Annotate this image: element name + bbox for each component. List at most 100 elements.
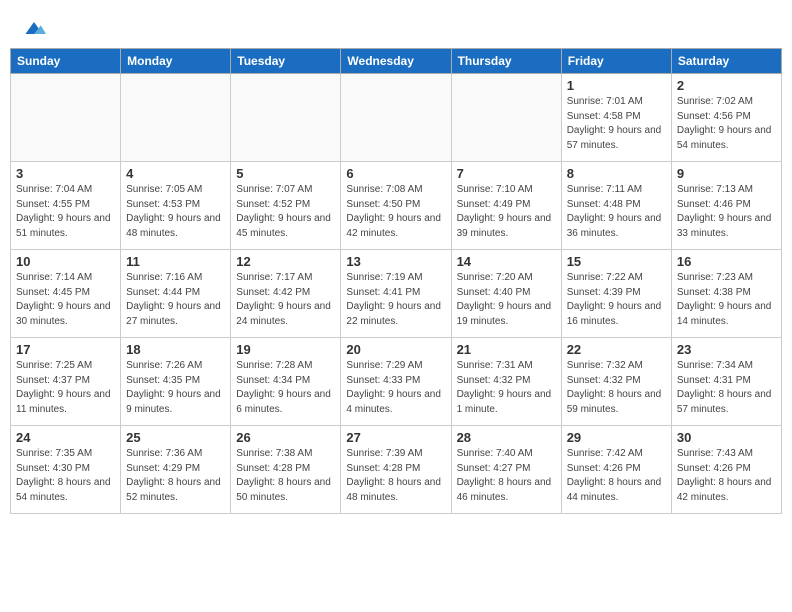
day-cell: 20 Sunrise: 7:29 AM Sunset: 4:33 PM Dayli…: [341, 338, 451, 426]
day-info: Sunrise: 7:40 AM Sunset: 4:27 PM Dayligh…: [457, 447, 556, 505]
day-number: 21: [457, 342, 556, 357]
day-number: 5: [236, 166, 335, 181]
day-number: 15: [567, 254, 666, 269]
day-info: Sunrise: 7:42 AM Sunset: 4:26 PM Dayligh…: [567, 447, 666, 505]
calendar-table: SundayMondayTuesdayWednesdayThursdayFrid…: [10, 48, 782, 514]
day-number: 25: [126, 430, 225, 445]
day-cell: [121, 74, 231, 162]
header: [0, 0, 792, 48]
day-cell: [11, 74, 121, 162]
day-number: 1: [567, 78, 666, 93]
day-cell: 21 Sunrise: 7:31 AM Sunset: 4:32 PM Dayli…: [451, 338, 561, 426]
day-cell: 8Sunrise: 7:11 AM Sunset: 4:48 PM Daylig…: [561, 162, 671, 250]
column-header-thursday: Thursday: [451, 49, 561, 74]
day-cell: 25 Sunrise: 7:36 AM Sunset: 4:29 PM Dayli…: [121, 426, 231, 514]
day-info: Sunrise: 7:04 AM Sunset: 4:55 PM Dayligh…: [16, 183, 115, 241]
day-cell: 3 Sunrise: 7:04 AM Sunset: 4:55 PM Daylig…: [11, 162, 121, 250]
day-cell: 29Sunrise: 7:42 AM Sunset: 4:26 PM Dayli…: [561, 426, 671, 514]
day-number: 19: [236, 342, 335, 357]
day-info: Sunrise: 7:35 AM Sunset: 4:30 PM Dayligh…: [16, 447, 115, 505]
day-cell: 26 Sunrise: 7:38 AM Sunset: 4:28 PM Dayli…: [231, 426, 341, 514]
day-cell: 18 Sunrise: 7:26 AM Sunset: 4:35 PM Dayli…: [121, 338, 231, 426]
day-number: 6: [346, 166, 445, 181]
day-number: 30: [677, 430, 776, 445]
week-row-1: 1 Sunrise: 7:01 AM Sunset: 4:58 PM Daylig…: [11, 74, 782, 162]
day-cell: [231, 74, 341, 162]
day-number: 23: [677, 342, 776, 357]
day-number: 28: [457, 430, 556, 445]
day-info: Sunrise: 7:01 AM Sunset: 4:58 PM Dayligh…: [567, 95, 666, 153]
day-info: Sunrise: 7:13 AM Sunset: 4:46 PM Dayligh…: [677, 183, 776, 241]
week-row-5: 24 Sunrise: 7:35 AM Sunset: 4:30 PM Dayli…: [11, 426, 782, 514]
day-cell: 7 Sunrise: 7:10 AM Sunset: 4:49 PM Daylig…: [451, 162, 561, 250]
day-info: Sunrise: 7:36 AM Sunset: 4:29 PM Dayligh…: [126, 447, 225, 505]
day-cell: 15 Sunrise: 7:22 AM Sunset: 4:39 PM Dayli…: [561, 250, 671, 338]
day-cell: 28 Sunrise: 7:40 AM Sunset: 4:27 PM Dayli…: [451, 426, 561, 514]
day-cell: 24 Sunrise: 7:35 AM Sunset: 4:30 PM Dayli…: [11, 426, 121, 514]
day-number: 24: [16, 430, 115, 445]
day-cell: 12 Sunrise: 7:17 AM Sunset: 4:42 PM Dayli…: [231, 250, 341, 338]
day-number: 18: [126, 342, 225, 357]
day-cell: [341, 74, 451, 162]
day-number: 13: [346, 254, 445, 269]
week-row-2: 3 Sunrise: 7:04 AM Sunset: 4:55 PM Daylig…: [11, 162, 782, 250]
logo-icon: [22, 18, 46, 38]
day-info: Sunrise: 7:28 AM Sunset: 4:34 PM Dayligh…: [236, 359, 335, 417]
day-number: 9: [677, 166, 776, 181]
day-info: Sunrise: 7:23 AM Sunset: 4:38 PM Dayligh…: [677, 271, 776, 329]
day-cell: 14Sunrise: 7:20 AM Sunset: 4:40 PM Dayli…: [451, 250, 561, 338]
header-row: SundayMondayTuesdayWednesdayThursdayFrid…: [11, 49, 782, 74]
day-info: Sunrise: 7:22 AM Sunset: 4:39 PM Dayligh…: [567, 271, 666, 329]
day-number: 16: [677, 254, 776, 269]
column-header-saturday: Saturday: [671, 49, 781, 74]
day-info: Sunrise: 7:31 AM Sunset: 4:32 PM Dayligh…: [457, 359, 556, 417]
day-number: 7: [457, 166, 556, 181]
day-number: 11: [126, 254, 225, 269]
day-number: 4: [126, 166, 225, 181]
day-number: 26: [236, 430, 335, 445]
day-info: Sunrise: 7:20 AM Sunset: 4:40 PM Dayligh…: [457, 271, 556, 329]
day-info: Sunrise: 7:14 AM Sunset: 4:45 PM Dayligh…: [16, 271, 115, 329]
day-info: Sunrise: 7:02 AM Sunset: 4:56 PM Dayligh…: [677, 95, 776, 153]
day-cell: 11 Sunrise: 7:16 AM Sunset: 4:44 PM Dayli…: [121, 250, 231, 338]
day-cell: 9 Sunrise: 7:13 AM Sunset: 4:46 PM Daylig…: [671, 162, 781, 250]
day-info: Sunrise: 7:38 AM Sunset: 4:28 PM Dayligh…: [236, 447, 335, 505]
day-info: Sunrise: 7:26 AM Sunset: 4:35 PM Dayligh…: [126, 359, 225, 417]
day-cell: 10Sunrise: 7:14 AM Sunset: 4:45 PM Dayli…: [11, 250, 121, 338]
day-info: Sunrise: 7:25 AM Sunset: 4:37 PM Dayligh…: [16, 359, 115, 417]
day-info: Sunrise: 7:19 AM Sunset: 4:41 PM Dayligh…: [346, 271, 445, 329]
week-row-4: 17 Sunrise: 7:25 AM Sunset: 4:37 PM Dayli…: [11, 338, 782, 426]
day-info: Sunrise: 7:05 AM Sunset: 4:53 PM Dayligh…: [126, 183, 225, 241]
day-cell: 23 Sunrise: 7:34 AM Sunset: 4:31 PM Dayli…: [671, 338, 781, 426]
day-info: Sunrise: 7:10 AM Sunset: 4:49 PM Dayligh…: [457, 183, 556, 241]
day-cell: 16 Sunrise: 7:23 AM Sunset: 4:38 PM Dayli…: [671, 250, 781, 338]
day-number: 3: [16, 166, 115, 181]
day-cell: 19 Sunrise: 7:28 AM Sunset: 4:34 PM Dayli…: [231, 338, 341, 426]
day-cell: 6Sunrise: 7:08 AM Sunset: 4:50 PM Daylig…: [341, 162, 451, 250]
day-number: 17: [16, 342, 115, 357]
day-number: 2: [677, 78, 776, 93]
column-header-monday: Monday: [121, 49, 231, 74]
day-info: Sunrise: 7:43 AM Sunset: 4:26 PM Dayligh…: [677, 447, 776, 505]
day-number: 22: [567, 342, 666, 357]
day-cell: 4 Sunrise: 7:05 AM Sunset: 4:53 PM Daylig…: [121, 162, 231, 250]
logo: [20, 18, 46, 38]
day-cell: 17 Sunrise: 7:25 AM Sunset: 4:37 PM Dayli…: [11, 338, 121, 426]
day-info: Sunrise: 7:34 AM Sunset: 4:31 PM Dayligh…: [677, 359, 776, 417]
day-cell: 2 Sunrise: 7:02 AM Sunset: 4:56 PM Daylig…: [671, 74, 781, 162]
day-number: 8: [567, 166, 666, 181]
day-cell: 22 Sunrise: 7:32 AM Sunset: 4:32 PM Dayli…: [561, 338, 671, 426]
calendar-wrapper: SundayMondayTuesdayWednesdayThursdayFrid…: [0, 48, 792, 524]
day-cell: 27Sunrise: 7:39 AM Sunset: 4:28 PM Dayli…: [341, 426, 451, 514]
day-info: Sunrise: 7:29 AM Sunset: 4:33 PM Dayligh…: [346, 359, 445, 417]
day-cell: 30 Sunrise: 7:43 AM Sunset: 4:26 PM Dayli…: [671, 426, 781, 514]
day-cell: [451, 74, 561, 162]
day-info: Sunrise: 7:32 AM Sunset: 4:32 PM Dayligh…: [567, 359, 666, 417]
day-number: 20: [346, 342, 445, 357]
column-header-sunday: Sunday: [11, 49, 121, 74]
day-info: Sunrise: 7:17 AM Sunset: 4:42 PM Dayligh…: [236, 271, 335, 329]
day-number: 12: [236, 254, 335, 269]
day-number: 27: [346, 430, 445, 445]
day-info: Sunrise: 7:16 AM Sunset: 4:44 PM Dayligh…: [126, 271, 225, 329]
day-info: Sunrise: 7:07 AM Sunset: 4:52 PM Dayligh…: [236, 183, 335, 241]
